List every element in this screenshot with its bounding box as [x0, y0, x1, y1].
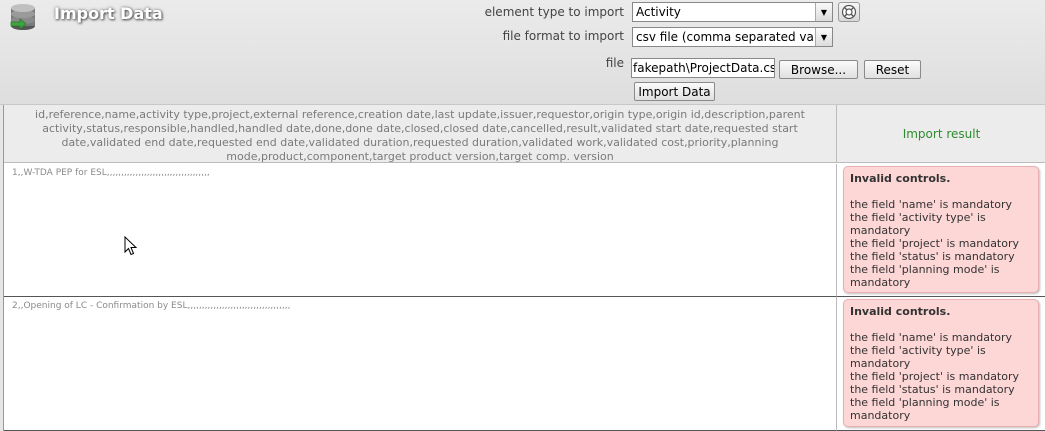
import-result-header: Import result: [837, 105, 1045, 163]
error-line: the field 'name' is mandatory: [850, 331, 1013, 344]
table-row-data: 2,,Opening of LC - Confirmation by ESL,,…: [4, 297, 837, 431]
file-format-label: file format to import: [502, 29, 624, 43]
error-message: Invalid controls. the field 'name' is ma…: [843, 166, 1039, 293]
error-line: the field 'status' is mandatory: [850, 383, 1015, 396]
chevron-down-icon[interactable]: ▼: [815, 3, 832, 21]
help-icon: [841, 4, 857, 20]
error-line: the field 'status' is mandatory: [850, 250, 1015, 263]
error-line: the field 'project' is mandatory: [850, 370, 1020, 383]
error-line: the field 'activity type' is mandatory: [850, 211, 986, 237]
error-line: the field 'activity type' is mandatory: [850, 344, 986, 370]
error-line: the field 'project' is mandatory: [850, 237, 1020, 250]
database-icon: [10, 4, 35, 30]
columns-header: id,reference,name,activity type,project,…: [4, 105, 837, 163]
import-results-table: id,reference,name,activity type,project,…: [3, 105, 1045, 431]
file-label: file: [605, 56, 624, 70]
error-message: Invalid controls. the field 'name' is ma…: [843, 299, 1039, 427]
error-line: the field 'name' is mandatory: [850, 198, 1013, 211]
file-format-select[interactable]: csv file (comma separated valu ▼: [632, 27, 833, 47]
element-type-value: Activity: [636, 5, 681, 19]
reset-button[interactable]: Reset: [864, 60, 921, 79]
error-line: the field 'planning mode' is mandatory: [850, 263, 1000, 289]
import-data-button[interactable]: Import Data: [634, 82, 715, 101]
mouse-cursor-icon: [124, 236, 138, 256]
element-type-label: element type to import: [484, 5, 624, 19]
error-title: Invalid controls.: [850, 172, 951, 185]
table-row-result: Invalid controls. the field 'name' is ma…: [837, 297, 1045, 431]
element-type-select[interactable]: Activity ▼: [632, 2, 833, 22]
browse-button[interactable]: Browse...: [779, 60, 858, 79]
file-path-input[interactable]: fakepath\ProjectData.csv: [631, 58, 775, 78]
help-button[interactable]: [838, 2, 860, 22]
table-row-data: 1,,W-TDA PEP for ESL,,,,,,,,,,,,,,,,,,,,…: [4, 164, 837, 297]
chevron-down-icon[interactable]: ▼: [815, 28, 832, 46]
table-row-result: Invalid controls. the field 'name' is ma…: [837, 164, 1045, 297]
file-format-value: csv file (comma separated valu: [636, 30, 816, 44]
error-title: Invalid controls.: [850, 305, 951, 318]
file-path-value: fakepath\ProjectData.csv: [633, 61, 775, 75]
page-title: Import Data: [54, 4, 163, 23]
toolbar: Import Data element type to import Activ…: [0, 0, 1045, 105]
error-line: the field 'planning mode' is mandatory: [850, 396, 1000, 422]
